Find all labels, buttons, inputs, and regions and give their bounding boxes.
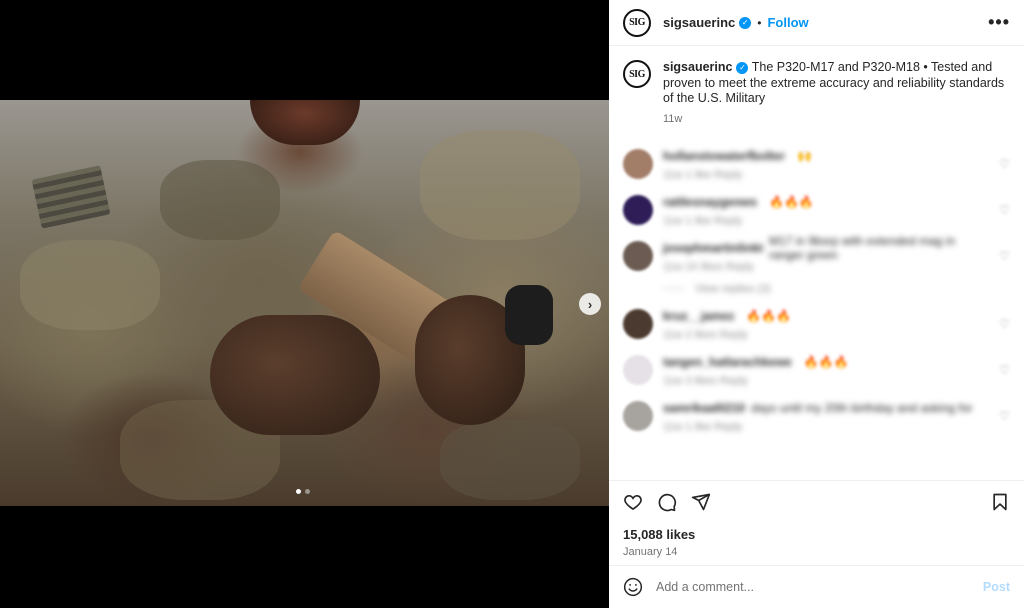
post-media: › <box>0 0 609 608</box>
comment-username[interactable]: josephmartinlinkt <box>663 241 763 255</box>
comment-list: hollanstowaterfbolter 🙌 11w 1 like Reply ♡ r… <box>623 148 1010 433</box>
comment-body: samrikaal0210 days until my 20th birthday… <box>663 401 983 433</box>
heart-icon[interactable]: ♡ <box>999 409 1010 423</box>
carousel-indicator <box>296 489 310 494</box>
comment-username[interactable]: kruz__jamez <box>663 309 734 323</box>
comment-line: hollanstowaterfbolter 🙌 <box>663 149 983 163</box>
comment-emoji: 🔥🔥🔥 <box>803 354 849 369</box>
caption-text: sigsauerinc ✓ The P320-M17 and P320-M18 •… <box>663 60 1010 107</box>
comment-emoji: 🔥🔥🔥 <box>746 308 792 323</box>
emoji-icon[interactable] <box>623 577 643 597</box>
comment-line: josephmartinlinkt M17 in 9bsrp with exten… <box>663 234 983 262</box>
post-header: SIG sigsauerinc ✓ • Follow ••• <box>609 0 1024 46</box>
comment-emoji: 🔥🔥🔥 <box>769 194 814 209</box>
heart-icon[interactable]: ♡ <box>999 363 1010 377</box>
account-username[interactable]: sigsauerinc <box>663 15 735 30</box>
share-icon[interactable] <box>691 492 711 512</box>
comment-username[interactable]: samrikaal0210 <box>663 401 745 415</box>
comment-body: hollanstowaterfbolter 🙌 11w 1 like Reply <box>663 149 983 181</box>
caption-age[interactable]: 11w <box>663 113 1010 125</box>
comment-username[interactable]: rattlesnaygenws <box>663 195 757 209</box>
post-photo[interactable] <box>0 100 609 506</box>
comment-avatar[interactable] <box>623 354 653 385</box>
carousel-dot <box>305 489 310 494</box>
follow-button[interactable]: Follow <box>767 15 808 30</box>
comment-text: M17 in 9bsrp with extended mag in ranger… <box>769 233 956 262</box>
post-side-panel: SIG sigsauerinc ✓ • Follow ••• SIG sigsa… <box>609 0 1024 608</box>
comment-avatar[interactable] <box>623 148 653 179</box>
heart-icon[interactable]: ♡ <box>999 157 1010 171</box>
comment-line: tangen_hatlarachkewe 🔥🔥🔥 <box>663 355 983 369</box>
comment-avatar[interactable] <box>623 240 653 271</box>
comment-item: josephmartinlinkt M17 in 9bsrp with exten… <box>623 234 1010 273</box>
post-comment-button[interactable]: Post <box>983 580 1010 594</box>
replies-label: View replies (3) <box>695 282 771 295</box>
comment-meta[interactable]: 11w 1 like Reply <box>663 215 983 227</box>
comment-body: josephmartinlinkt M17 in 9bsrp with exten… <box>663 234 983 273</box>
heart-icon[interactable]: ♡ <box>999 249 1010 263</box>
comment-item: rattlesnaygenws 🔥🔥🔥 11w 1 like Reply ♡ <box>623 194 1010 227</box>
account-avatar[interactable]: SIG <box>623 8 651 37</box>
comment-line: kruz__jamez 🔥🔥🔥 <box>663 309 983 323</box>
post-actions: 15,088 likes January 14 <box>609 480 1024 558</box>
comment-body: kruz__jamez 🔥🔥🔥 11w 2 likes Reply <box>663 309 983 341</box>
post-date[interactable]: January 14 <box>623 546 1010 558</box>
flag-patch <box>31 165 111 229</box>
view-replies-button[interactable]: View replies (3) <box>663 283 1010 295</box>
comment-item: tangen_hatlarachkewe 🔥🔥🔥 11w 3 likes Reply… <box>623 354 1010 387</box>
comment-item: samrikaal0210 days until my 20th birthday… <box>623 400 1010 433</box>
chevron-right-icon: › <box>587 296 593 312</box>
comment-body: tangen_hatlarachkewe 🔥🔥🔥 11w 3 likes Reply <box>663 355 983 387</box>
verified-badge-icon: ✓ <box>736 61 749 74</box>
comment-avatar[interactable] <box>623 308 653 339</box>
caption-username[interactable]: sigsauerinc <box>663 60 732 74</box>
carousel-next-button[interactable]: › <box>579 293 601 315</box>
comment-composer: Post <box>609 565 1024 608</box>
post-caption: SIG sigsauerinc ✓ The P320-M17 and P320-M… <box>623 60 1010 125</box>
comment-meta[interactable]: 11w 3 likes Reply <box>663 375 983 387</box>
replies-line <box>663 288 685 289</box>
comment-avatar[interactable] <box>623 194 653 225</box>
comment-avatar[interactable] <box>623 400 653 431</box>
photo-left-hand <box>210 315 380 435</box>
comment-line: rattlesnaygenws 🔥🔥🔥 <box>663 195 983 209</box>
likes-count[interactable]: 15,088 likes <box>623 527 1010 542</box>
comments-scroll[interactable]: SIG sigsauerinc ✓ The P320-M17 and P320-M… <box>609 46 1024 480</box>
verified-badge-icon: ✓ <box>739 16 752 29</box>
comment-meta[interactable]: 11w 1 like Reply <box>663 421 983 433</box>
carousel-dot <box>296 489 301 494</box>
comment-text: days until my 20th birthday and asking f… <box>751 400 973 415</box>
heart-icon[interactable]: ♡ <box>999 317 1010 331</box>
action-icon-row <box>623 491 1010 513</box>
comment-item: hollanstowaterfbolter 🙌 11w 1 like Reply ♡ <box>623 148 1010 181</box>
photo-watch <box>505 285 553 345</box>
comment-emoji: 🙌 <box>797 148 812 163</box>
heart-icon[interactable] <box>623 492 643 512</box>
comment-meta[interactable]: 11w 1 like Reply <box>663 169 983 181</box>
caption-avatar[interactable]: SIG <box>623 60 651 88</box>
photo-face <box>250 100 360 145</box>
comment-body: rattlesnaygenws 🔥🔥🔥 11w 1 like Reply <box>663 195 983 227</box>
comment-icon[interactable] <box>657 492 677 512</box>
separator: • <box>757 15 762 30</box>
comment-meta[interactable]: 11w 2 likes Reply <box>663 329 983 341</box>
comment-input[interactable] <box>656 580 983 594</box>
bookmark-icon[interactable] <box>990 492 1010 512</box>
comment-username[interactable]: hollanstowaterfbolter <box>663 149 785 163</box>
heart-icon[interactable]: ♡ <box>999 203 1010 217</box>
comment-meta[interactable]: 11w 24 likes Reply <box>663 261 983 273</box>
comment-username[interactable]: tangen_hatlarachkewe <box>663 355 792 369</box>
more-options-icon[interactable]: ••• <box>988 12 1010 33</box>
comment-line: samrikaal0210 days until my 20th birthday… <box>663 401 983 415</box>
comment-item: kruz__jamez 🔥🔥🔥 11w 2 likes Reply ♡ <box>623 308 1010 341</box>
